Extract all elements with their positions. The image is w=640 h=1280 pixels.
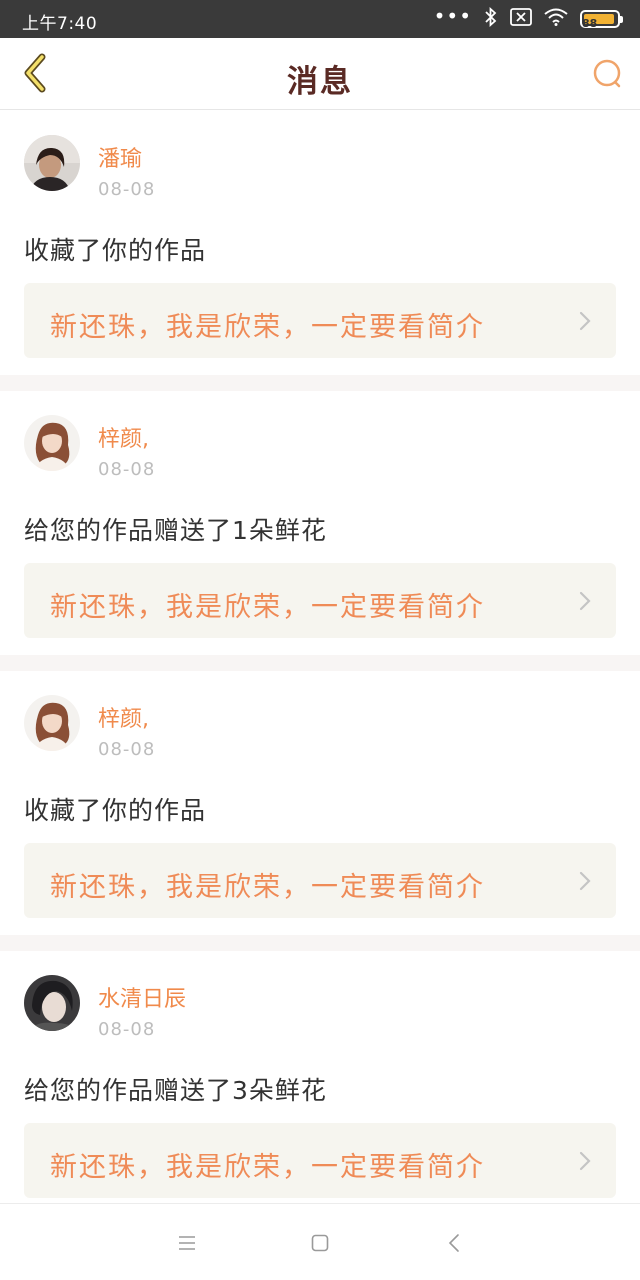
work-title: 新还珠，我是欣荣，一定要看简介 — [50, 1152, 485, 1183]
message-card: 水清日辰 08-08 给您的作品赠送了3朵鲜花 新还珠，我是欣荣，一定要看简介 — [0, 951, 640, 1215]
message-text: 收藏了你的作品 — [24, 796, 207, 825]
chevron-right-icon — [579, 1151, 591, 1171]
app-header: 消息 — [0, 38, 640, 110]
message-date: 08-08 — [98, 739, 156, 760]
wifi-icon — [544, 8, 568, 30]
status-bar: 上午7:40 ••• 88 — [0, 0, 640, 38]
work-title: 新还珠，我是欣荣，一定要看简介 — [50, 592, 485, 623]
user-name[interactable]: 梓颜, — [98, 701, 149, 733]
work-link[interactable]: 新还珠，我是欣荣，一定要看简介 — [24, 563, 616, 638]
status-time: 上午7:40 — [22, 14, 98, 34]
search-button[interactable] — [586, 52, 630, 96]
system-nav-bar — [0, 1203, 640, 1280]
avatar[interactable] — [24, 135, 80, 191]
message-text: 收藏了你的作品 — [24, 236, 207, 265]
back-triangle-icon — [448, 1234, 459, 1252]
menu-icon — [179, 1236, 195, 1250]
message-card: 潘瑜 08-08 收藏了你的作品 新还珠，我是欣荣，一定要看简介 — [0, 111, 640, 391]
message-date: 08-08 — [98, 179, 156, 200]
battery-level: 88 — [582, 17, 598, 30]
page-title: 消息 — [287, 64, 353, 100]
avatar[interactable] — [24, 695, 80, 751]
home-button[interactable] — [303, 1226, 337, 1260]
search-icon — [593, 59, 621, 88]
work-title: 新还珠，我是欣荣，一定要看简介 — [50, 872, 485, 903]
more-dots-icon: ••• — [433, 4, 472, 28]
chevron-right-icon — [579, 591, 591, 611]
avatar[interactable] — [24, 415, 80, 471]
message-date: 08-08 — [98, 1019, 156, 1040]
chevron-right-icon — [579, 871, 591, 891]
work-link[interactable]: 新还珠，我是欣荣，一定要看简介 — [24, 1123, 616, 1198]
user-name[interactable]: 水清日辰 — [98, 981, 186, 1013]
bluetooth-icon — [484, 6, 498, 31]
user-name[interactable]: 梓颜, — [98, 421, 149, 453]
user-name[interactable]: 潘瑜 — [98, 141, 142, 173]
message-card: 梓颜, 08-08 给您的作品赠送了1朵鲜花 新还珠，我是欣荣，一定要看简介 — [0, 391, 640, 671]
menu-button[interactable] — [170, 1226, 204, 1260]
message-list: 潘瑜 08-08 收藏了你的作品 新还珠，我是欣荣，一定要看简介 梓颜, 08-… — [0, 111, 640, 1215]
message-date: 08-08 — [98, 459, 156, 480]
message-card: 梓颜, 08-08 收藏了你的作品 新还珠，我是欣荣，一定要看简介 — [0, 671, 640, 951]
message-text: 给您的作品赠送了1朵鲜花 — [24, 516, 327, 545]
work-title: 新还珠，我是欣荣，一定要看简介 — [50, 312, 485, 343]
battery-icon: 88 — [580, 10, 623, 30]
sim-x-icon — [510, 8, 532, 30]
work-link[interactable]: 新还珠，我是欣荣，一定要看简介 — [24, 283, 616, 358]
chevron-right-icon — [579, 311, 591, 331]
status-icons: ••• 88 — [433, 4, 623, 31]
message-text: 给您的作品赠送了3朵鲜花 — [24, 1076, 327, 1105]
system-back-button[interactable] — [437, 1226, 471, 1260]
work-link[interactable]: 新还珠，我是欣荣，一定要看简介 — [24, 843, 616, 918]
home-square-icon — [311, 1234, 329, 1252]
avatar[interactable] — [24, 975, 80, 1031]
